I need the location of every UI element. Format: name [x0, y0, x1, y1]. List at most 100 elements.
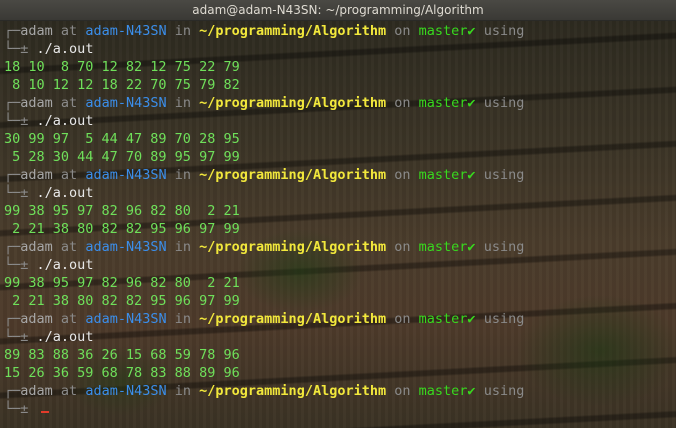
command-text: ./a.out — [36, 113, 94, 129]
prompt-at: at — [60, 167, 78, 183]
prompt-symbol: ± — [20, 41, 29, 57]
prompt-frame-bottom: └─ — [4, 257, 21, 273]
window-title: adam@adam-N43SN: ~/programming/Algorithm — [0, 0, 676, 21]
prompt-host: adam-N43SN — [85, 23, 167, 39]
prompt-user: adam — [20, 239, 53, 255]
prompt-in: in — [174, 23, 192, 39]
prompt-at: at — [60, 23, 78, 39]
command-text: ./a.out — [36, 329, 94, 345]
prompt-in: in — [174, 95, 192, 111]
prompt-using: using — [483, 95, 525, 111]
prompt-path: ~/programming/Algorithm — [199, 239, 387, 255]
prompt-line: ┌─adam at adam-N43SN in ~/programming/Al… — [4, 166, 524, 184]
prompt-on: on — [394, 23, 411, 39]
program-output-line: 2 21 38 80 82 82 95 96 97 99 — [4, 221, 240, 237]
prompt-on: on — [394, 311, 411, 327]
prompt-path: ~/programming/Algorithm — [199, 383, 387, 399]
prompt-frame-bottom: └─ — [4, 113, 21, 129]
prompt-host: adam-N43SN — [85, 239, 167, 255]
git-clean-check-icon: ✔ — [467, 167, 476, 183]
prompt-branch: master — [418, 23, 468, 39]
terminal-view[interactable]: ┌─adam at adam-N43SN in ~/programming/Al… — [0, 21, 676, 428]
prompt-on: on — [394, 95, 411, 111]
prompt-branch: master — [418, 311, 468, 327]
prompt-line: ┌─adam at adam-N43SN in ~/programming/Al… — [4, 310, 524, 328]
prompt-using: using — [483, 167, 525, 183]
prompt-path: ~/programming/Algorithm — [199, 23, 387, 39]
prompt-line: ┌─adam at adam-N43SN in ~/programming/Al… — [4, 238, 524, 256]
prompt-on: on — [394, 383, 411, 399]
prompt-user: adam — [20, 311, 53, 327]
prompt-symbol: ± — [20, 185, 29, 201]
git-clean-check-icon: ✔ — [467, 311, 476, 327]
program-output-line: 99 38 95 97 82 96 82 80 2 21 — [4, 203, 240, 219]
prompt-at: at — [60, 95, 78, 111]
git-clean-check-icon: ✔ — [467, 239, 476, 255]
program-output-line: 8 10 12 12 18 22 70 75 79 82 — [4, 77, 240, 93]
prompt-path: ~/programming/Algorithm — [199, 311, 387, 327]
prompt-at: at — [60, 383, 78, 399]
prompt-using: using — [483, 311, 525, 327]
prompt-branch: master — [418, 239, 468, 255]
command-line: └─± — [4, 400, 524, 418]
prompt-at: at — [60, 311, 78, 327]
prompt-frame-top: ┌─ — [4, 95, 21, 111]
prompt-host: adam-N43SN — [85, 311, 167, 327]
prompt-frame-bottom: └─ — [4, 41, 21, 57]
command-text: ./a.out — [36, 257, 94, 273]
command-line: └─± ./a.out — [4, 328, 524, 346]
prompt-symbol: ± — [20, 401, 29, 417]
program-output-line: 5 28 30 44 47 70 89 95 97 99 — [4, 149, 240, 165]
prompt-user: adam — [20, 167, 53, 183]
prompt-in: in — [174, 311, 192, 327]
prompt-on: on — [394, 167, 411, 183]
prompt-line: ┌─adam at adam-N43SN in ~/programming/Al… — [4, 94, 524, 112]
program-output-line: 30 99 97 5 44 47 89 70 28 95 — [4, 131, 240, 147]
command-line: └─± ./a.out — [4, 256, 524, 274]
prompt-frame-bottom: └─ — [4, 401, 21, 417]
prompt-host: adam-N43SN — [85, 383, 167, 399]
command-line: └─± ./a.out — [4, 112, 524, 130]
prompt-branch: master — [418, 383, 468, 399]
prompt-path: ~/programming/Algorithm — [199, 167, 387, 183]
prompt-symbol: ± — [20, 329, 29, 345]
prompt-host: adam-N43SN — [85, 95, 167, 111]
program-output-line: 15 26 36 59 68 78 83 88 89 96 — [4, 365, 240, 381]
prompt-line: ┌─adam at adam-N43SN in ~/programming/Al… — [4, 22, 524, 40]
prompt-line: ┌─adam at adam-N43SN in ~/programming/Al… — [4, 382, 524, 400]
terminal-output: ┌─adam at adam-N43SN in ~/programming/Al… — [4, 22, 524, 418]
prompt-using: using — [483, 23, 525, 39]
prompt-frame-top: ┌─ — [4, 383, 21, 399]
prompt-user: adam — [20, 95, 53, 111]
prompt-using: using — [483, 383, 525, 399]
terminal-window: adam@adam-N43SN: ~/programming/Algorithm… — [0, 0, 676, 428]
git-clean-check-icon: ✔ — [467, 383, 476, 399]
prompt-user: adam — [20, 23, 53, 39]
prompt-in: in — [174, 239, 192, 255]
prompt-frame-top: ┌─ — [4, 23, 21, 39]
prompt-frame-top: ┌─ — [4, 311, 21, 327]
prompt-in: in — [174, 167, 192, 183]
prompt-branch: master — [418, 167, 468, 183]
command-text: ./a.out — [36, 185, 94, 201]
prompt-on: on — [394, 239, 411, 255]
prompt-path: ~/programming/Algorithm — [199, 95, 387, 111]
prompt-frame-top: ┌─ — [4, 167, 21, 183]
command-line: └─± ./a.out — [4, 184, 524, 202]
prompt-user: adam — [20, 383, 53, 399]
prompt-using: using — [483, 239, 525, 255]
git-clean-check-icon: ✔ — [467, 23, 476, 39]
prompt-in: in — [174, 383, 192, 399]
program-output-line: 99 38 95 97 82 96 82 80 2 21 — [4, 275, 240, 291]
prompt-at: at — [60, 239, 78, 255]
prompt-branch: master — [418, 95, 468, 111]
command-line: └─± ./a.out — [4, 40, 524, 58]
prompt-frame-bottom: └─ — [4, 185, 21, 201]
prompt-frame-bottom: └─ — [4, 329, 21, 345]
command-text: ./a.out — [36, 41, 94, 57]
prompt-frame-top: ┌─ — [4, 239, 21, 255]
git-clean-check-icon: ✔ — [467, 95, 476, 111]
text-cursor[interactable] — [40, 411, 49, 413]
program-output-line: 2 21 38 80 82 82 95 96 97 99 — [4, 293, 240, 309]
program-output-line: 18 10 8 70 12 82 12 75 22 79 — [4, 59, 240, 75]
